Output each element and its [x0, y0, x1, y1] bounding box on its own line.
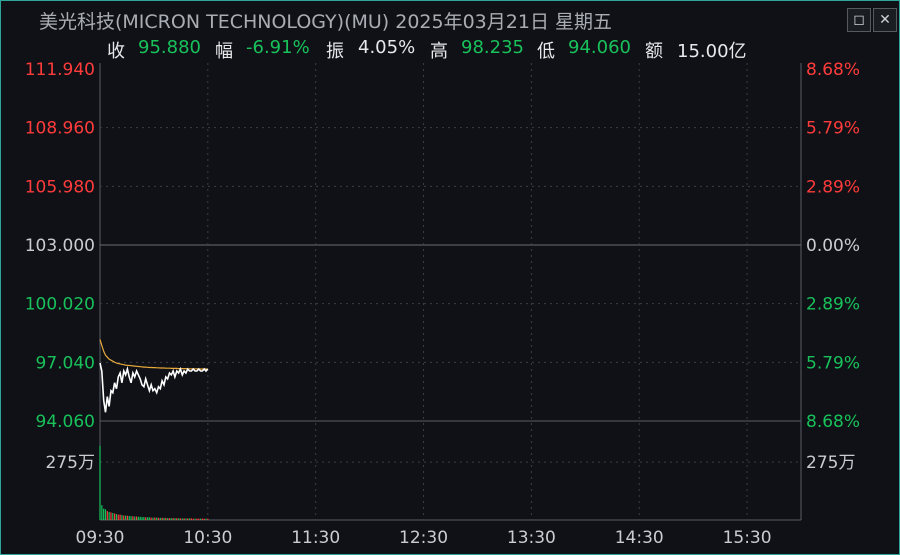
chart-window: 美光科技(MICRON TECHNOLOGY)(MU) 2025年03月21日 … [0, 0, 900, 555]
volume-tick-label-right: 275万 [806, 453, 855, 473]
price-tick-label: 105.980 [25, 177, 95, 197]
intraday-chart[interactable]: 111.940 8.68% 108.960 5.79% 105.980 2.89% 103.… [1, 1, 899, 554]
price-tick-label: 111.940 [25, 60, 95, 80]
percent-tick-label: 8.68% [806, 60, 860, 80]
percent-tick-label: 0.00% [806, 236, 860, 256]
time-tick-label: 13:30 [507, 528, 556, 548]
percent-tick-label: 5.79% [806, 353, 860, 373]
time-tick-label: 11:30 [291, 528, 340, 548]
price-tick-label: 94.060 [36, 412, 95, 432]
time-tick-label: 10:30 [183, 528, 232, 548]
price-tick-label: 108.960 [25, 119, 95, 139]
percent-tick-label: 5.79% [806, 119, 860, 139]
percent-tick-label: 8.68% [806, 412, 860, 432]
percent-tick-label: 2.89% [806, 295, 860, 315]
price-line [99, 362, 209, 413]
time-tick-label: 14:30 [615, 528, 664, 548]
price-tick-label: 100.020 [25, 295, 95, 315]
time-tick-label: 15:30 [723, 528, 772, 548]
volume-tick-label: 275万 [46, 453, 95, 473]
price-tick-label: 103.000 [25, 236, 95, 256]
percent-tick-label: 2.89% [806, 177, 860, 197]
time-tick-label: 12:30 [399, 528, 448, 548]
time-tick-label: 09:30 [76, 528, 125, 548]
average-price-line [99, 339, 208, 370]
price-tick-label: 97.040 [36, 353, 95, 373]
